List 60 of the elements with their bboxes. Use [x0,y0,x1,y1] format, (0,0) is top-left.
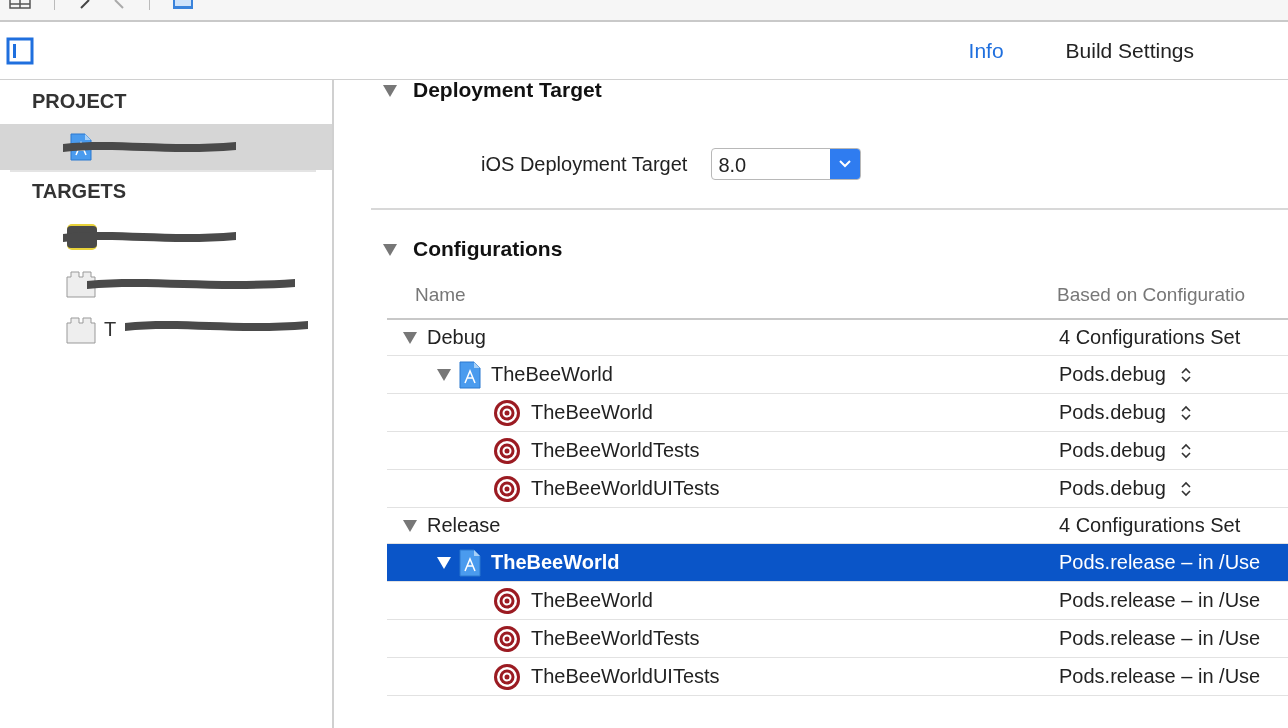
table-cell: TheBeeWorld [491,551,620,574]
configuration-popup[interactable]: Pods.debug [1059,363,1166,386]
chevron-down-icon [839,160,852,168]
table-row[interactable]: TheBeeWorld Pods.debug [387,394,1288,432]
configuration-popup[interactable]: Pods.debug [1059,439,1166,462]
table-row[interactable]: TheBeeWorld Pods.release – in /Use [387,582,1288,620]
table-cell: Pods.release – in /Use [1059,589,1261,612]
disclosure-triangle-icon[interactable] [403,331,417,344]
section-header: PROJECT [31,89,128,114]
disclosure-triangle-icon[interactable] [403,519,417,532]
section-title: Deployment Target [413,80,602,102]
table-cell: TheBeeWorld [531,401,653,424]
disclosure-triangle-icon[interactable] [383,242,397,256]
target-icon [493,436,521,465]
table-cell: Pods.release – in /Use [1059,627,1261,650]
column-header: Based on Configuratio [1057,284,1245,306]
target-icon [493,586,521,615]
table-cell: Pods.release – in /Use [1059,551,1261,574]
section-header: TARGETS [31,179,128,204]
target-icon [493,662,521,691]
table-cell: Pods.release – in /Use [1059,665,1261,688]
deployment-target-dropdown[interactable]: 8.0 [711,148,862,180]
tab[interactable]: Build Settings [1065,38,1194,63]
document-icon [459,360,481,389]
table-cell: TheBeeWorldTests [531,627,700,650]
field-label: iOS Deployment Target [481,152,688,176]
table-row[interactable]: TheBeeWorldUITests Pods.debug [387,470,1288,508]
configuration-popup[interactable]: Pods.debug [1059,401,1166,424]
table-cell: TheBeeWorld [531,589,653,612]
table-cell: TheBeeWorldTests [531,439,700,462]
table-row[interactable]: TheBeeWorld Pods.debug [387,356,1288,394]
table-row[interactable]: TheBeeWorld Pods.release – in /Use [387,544,1288,582]
configuration-popup[interactable]: Pods.debug [1059,477,1166,500]
disclosure-triangle-icon[interactable] [437,368,451,381]
table-cell: TheBeeWorldUITests [531,477,720,500]
table-cell: 4 Configurations Set [1059,326,1241,349]
section-title: Configurations [413,237,563,261]
disclosure-triangle-icon[interactable] [383,83,397,97]
table-cell: 4 Configurations Set [1059,514,1241,537]
table-cell: TheBeeWorldUITests [531,665,720,688]
table-cell: TheBeeWorld [491,363,613,386]
bundle-icon [66,314,96,344]
table-row[interactable]: TheBeeWorldUITests Pods.release – in /Use [387,658,1288,696]
disclosure-triangle-icon[interactable] [437,556,451,569]
sidebar-item[interactable] [0,124,332,170]
table-row[interactable]: TheBeeWorldTests Pods.debug [387,432,1288,470]
bundle-icon [66,268,96,298]
sidebar-toggle-icon[interactable] [6,36,34,65]
target-icon [493,624,521,653]
document-icon [459,548,481,577]
target-icon [493,398,521,427]
table-row[interactable]: TheBeeWorldTests Pods.release – in /Use [387,620,1288,658]
project-file-icon[interactable] [172,0,194,10]
sidebar-item[interactable]: T [0,306,332,352]
column-header: Name [414,284,467,306]
table-cell: Debug [427,326,486,349]
target-icon [493,474,521,503]
table-cell: Release [427,514,501,537]
tab[interactable]: Info [968,38,1004,63]
table-row[interactable]: Debug 4 Configurations Set [387,320,1288,356]
